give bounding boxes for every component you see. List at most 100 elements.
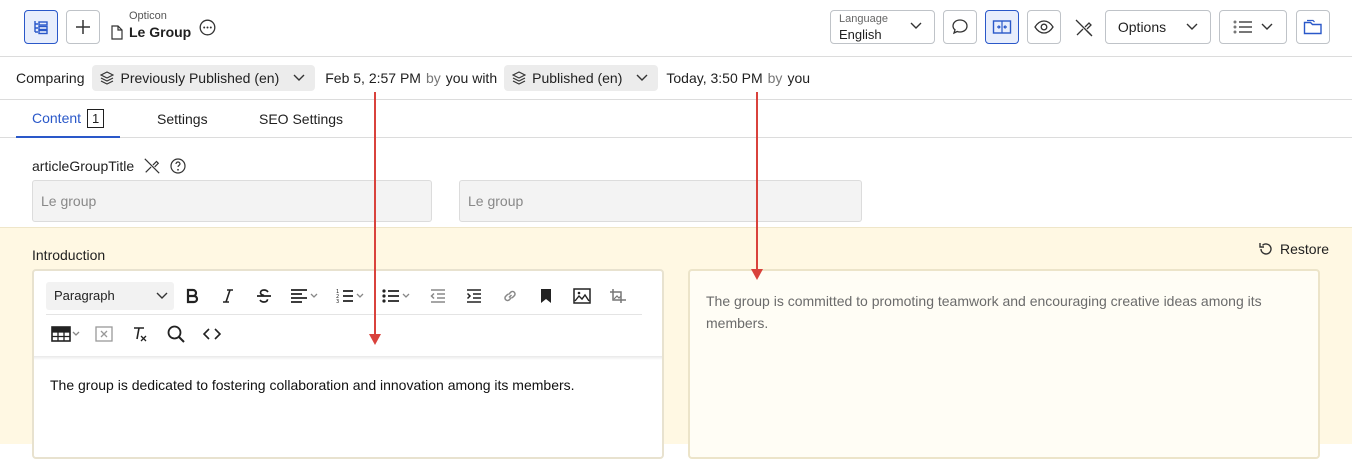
svg-text:3: 3 (336, 299, 339, 304)
numbered-list-icon: 123 (336, 289, 364, 304)
restore-icon (1259, 243, 1272, 255)
rich-text-editor[interactable]: Paragraph 123 The group is dedicated to … (32, 269, 664, 459)
page-title: Le Group (129, 24, 192, 40)
bold-icon (186, 288, 199, 303)
numbered-list-button[interactable]: 123 (328, 288, 374, 304)
compare-bar: Comparing Previously Published (en) Feb … (0, 57, 1352, 100)
editor-toolbar-row-1: Paragraph 123 (46, 277, 642, 315)
page-icon (111, 24, 123, 40)
tab-settings[interactable]: Settings (157, 100, 208, 138)
close-box-icon (95, 326, 113, 342)
annotation-arrow-right-head (751, 269, 763, 280)
code-icon (203, 328, 221, 340)
compare-icon (992, 20, 1012, 34)
right-by: by (767, 70, 783, 86)
indent-button[interactable] (456, 288, 492, 303)
title-field-label-wrap: articleGroupTitle (32, 157, 186, 175)
left-user: you with (445, 70, 498, 86)
right-user: you (787, 70, 811, 86)
link-button[interactable] (492, 288, 528, 304)
strikethrough-icon (257, 288, 271, 303)
remove-format-icon (134, 327, 147, 342)
editor-text[interactable]: The group is dedicated to fostering coll… (50, 374, 610, 396)
options-button[interactable]: Options (1105, 10, 1211, 44)
image-button[interactable] (564, 287, 600, 304)
chevron-down-icon (156, 292, 168, 299)
table-icon (51, 326, 80, 342)
more-options-icon[interactable] (199, 19, 216, 36)
annotation-arrow-left-head (369, 334, 381, 345)
content-tree-button[interactable] (24, 10, 58, 44)
tools-disabled-icon (144, 158, 160, 174)
help-icon[interactable] (170, 158, 186, 174)
paragraph-format-select[interactable]: Paragraph (46, 281, 174, 310)
bookmark-icon (541, 288, 551, 303)
restore-label: Restore (1280, 241, 1330, 257)
title-left-value: Le group (32, 180, 432, 222)
options-label: Options (1117, 19, 1167, 35)
bookmark-button[interactable] (528, 288, 564, 304)
search-button[interactable] (158, 325, 194, 343)
italic-button[interactable] (210, 288, 246, 304)
remove-format-button[interactable] (122, 326, 158, 342)
introduction-label: Introduction (32, 247, 106, 263)
assets-button[interactable] (1296, 10, 1330, 44)
tab-content[interactable]: Content 1 (16, 100, 121, 138)
preview-button[interactable] (1027, 10, 1061, 44)
align-button[interactable] (282, 288, 328, 303)
annotation-arrow-right-line (756, 92, 758, 272)
restore-button[interactable]: Restore (1258, 241, 1329, 257)
language-select[interactable]: Language English (830, 10, 935, 44)
right-version-select[interactable]: Published (en) (504, 65, 659, 91)
chevron-down-icon (910, 22, 922, 29)
page-title-wrap: Le Group (111, 24, 191, 40)
image-icon (573, 287, 591, 304)
align-left-icon (291, 288, 318, 303)
source-code-button[interactable] (194, 327, 230, 341)
bulleted-list-button[interactable] (374, 288, 420, 304)
clear-format-button[interactable] (86, 326, 122, 342)
toolbar-shadow (34, 356, 662, 360)
tab-content-label: Content (32, 110, 82, 126)
bold-button[interactable] (174, 288, 210, 304)
compare-button[interactable] (985, 10, 1019, 44)
comments-button[interactable] (943, 10, 977, 44)
strikethrough-button[interactable] (246, 288, 282, 304)
tools-disabled-icon[interactable] (1074, 18, 1094, 38)
outdent-icon (430, 288, 445, 303)
comment-icon (952, 19, 968, 35)
language-label: Language (839, 13, 888, 25)
media-icon (610, 288, 626, 303)
tab-seo-label: SEO Settings (259, 111, 344, 127)
paragraph-format-label: Paragraph (54, 288, 115, 303)
right-date: Today, 3:50 PM (666, 70, 763, 86)
search-icon (167, 325, 185, 343)
left-date: Feb 5, 2:57 PM (325, 70, 421, 86)
annotation-arrow-left-line (374, 92, 376, 338)
chevron-down-icon (1261, 23, 1273, 30)
list-view-button[interactable] (1219, 10, 1287, 44)
chevron-down-icon (1186, 23, 1198, 30)
italic-icon (223, 288, 233, 303)
chevron-down-icon (293, 74, 305, 81)
left-version-select[interactable]: Previously Published (en) (92, 65, 316, 91)
introduction-section: Introduction Restore Paragraph 123 The g… (0, 227, 1352, 459)
add-button[interactable] (66, 10, 100, 44)
outdent-button[interactable] (420, 288, 456, 303)
language-value: English (839, 27, 882, 42)
tree-list-icon (34, 21, 48, 35)
layers-icon (512, 71, 527, 85)
left-by: by (425, 70, 441, 86)
indent-icon (466, 288, 481, 303)
chevron-down-icon (636, 74, 648, 81)
breadcrumb: Opticon (129, 10, 167, 22)
plus-icon (76, 20, 90, 34)
media-button[interactable] (600, 288, 636, 304)
eye-icon (1034, 20, 1054, 34)
table-button[interactable] (46, 326, 86, 342)
tab-settings-label: Settings (157, 111, 208, 127)
tab-content-badge: 1 (87, 108, 105, 128)
tab-seo-settings[interactable]: SEO Settings (259, 100, 343, 138)
link-icon (504, 290, 516, 301)
left-version-label: Previously Published (en) (120, 70, 280, 86)
